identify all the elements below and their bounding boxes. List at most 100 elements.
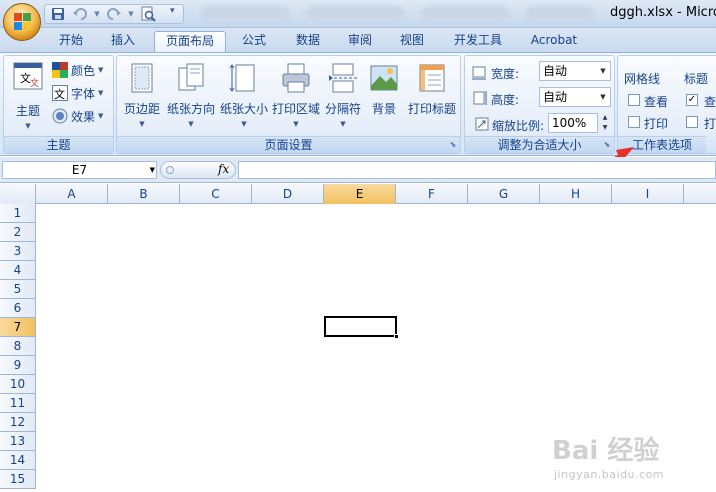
title-bar: ▼ ▼ ▾ dggh.xlsx - Micros (0, 0, 716, 28)
column-header-c[interactable]: C (180, 184, 252, 204)
column-header-g[interactable]: G (468, 184, 540, 204)
row-header-15[interactable]: 15 (0, 470, 36, 489)
redo-icon (107, 8, 121, 20)
page-setup-launcher-icon[interactable]: ⬊ (448, 140, 458, 150)
scale-label: 缩放比例: (492, 119, 545, 133)
headings-view-checkbox[interactable]: ✓ (686, 94, 698, 106)
scale-input[interactable]: 100% (548, 113, 598, 133)
size-button[interactable]: 纸张大小 ▼ (219, 62, 269, 128)
column-header-e[interactable]: E (324, 184, 396, 204)
row-header-11[interactable]: 11 (0, 394, 36, 413)
row-header-1[interactable]: 1 (0, 204, 36, 223)
headings-heading: 标题 (684, 72, 709, 86)
fonts-button[interactable]: 文 字体 ▼ (52, 83, 103, 103)
watermark-sub-text: jingyan.baidu.com (554, 468, 665, 481)
effects-icon (52, 108, 68, 124)
tab-data[interactable]: 数据 (288, 31, 328, 52)
fonts-dropdown-icon: ▼ (98, 89, 104, 97)
sheet-options-group: 网格线 查看 打印 标题 ✓ 查 打 工作表选项 (617, 55, 716, 154)
width-combo[interactable]: 自动 ▼ (539, 61, 611, 81)
row-header-4[interactable]: 4 (0, 261, 36, 280)
height-dropdown-icon[interactable]: ▼ (596, 88, 610, 106)
tab-acrobat[interactable]: Acrobat (522, 31, 586, 52)
undo-dropdown-button[interactable]: ▼ (93, 6, 101, 22)
orientation-button[interactable]: 纸张方向 ▼ (166, 62, 216, 128)
undo-button[interactable] (71, 6, 89, 22)
gridlines-print-label: 打印 (644, 117, 669, 131)
fonts-icon: 文 (52, 85, 68, 101)
row-header-9[interactable]: 9 (0, 356, 36, 375)
height-label: 高度: (491, 93, 520, 107)
fill-handle[interactable] (394, 334, 399, 339)
tab-insert[interactable]: 插入 (102, 31, 144, 52)
name-box[interactable]: E7 ▼ (2, 161, 157, 179)
column-header-h[interactable]: H (540, 184, 612, 204)
row-header-7[interactable]: 7 (0, 318, 36, 337)
margins-button[interactable]: 页边距 ▼ (120, 62, 164, 128)
blurred-window-item (525, 6, 595, 20)
watermark-main-text: Bai 经验 (552, 436, 660, 466)
column-header-b[interactable]: B (108, 184, 180, 204)
blurred-window-item (305, 6, 405, 20)
gridlines-print-checkbox[interactable] (628, 116, 640, 128)
column-header-i[interactable]: I (612, 184, 684, 204)
row-header-12[interactable]: 12 (0, 413, 36, 432)
print-area-button[interactable]: 打印区域 ▼ (271, 62, 321, 128)
gridlines-view-checkbox[interactable] (628, 94, 640, 106)
insert-function-icon[interactable]: fx (218, 162, 229, 176)
colors-button[interactable]: 颜色 ▼ (52, 60, 103, 80)
ribbon: 文文 主题 ▼ 颜色 ▼ 文 字体 ▼ 效果 ▼ 主题 页边距 ▼ 纸张方向 ▼… (0, 52, 716, 170)
row-header-8[interactable]: 8 (0, 337, 36, 356)
save-button[interactable] (49, 6, 67, 22)
formula-input[interactable] (238, 161, 716, 179)
headings-view-label: 查 (704, 95, 716, 109)
row-header-3[interactable]: 3 (0, 242, 36, 261)
colors-icon (52, 62, 68, 78)
row-header-13[interactable]: 13 (0, 432, 36, 451)
column-header-a[interactable]: A (36, 184, 108, 204)
headings-print-checkbox[interactable] (686, 116, 698, 128)
size-label: 纸张大小 (219, 102, 268, 116)
column-headers: ABCDEFGHI (0, 184, 716, 204)
page-setup-group: 页边距 ▼ 纸张方向 ▼ 纸张大小 ▼ 打印区域 ▼ 分隔符 ▼ 背景 打印标题… (116, 55, 461, 154)
baidu-watermark: Bai 经验 jingyan.baidu.com (552, 430, 712, 490)
width-dropdown-icon[interactable]: ▼ (596, 62, 610, 80)
redo-button[interactable] (105, 6, 123, 22)
tab-developer[interactable]: 开发工具 (446, 31, 510, 52)
height-combo[interactable]: 自动 ▼ (539, 87, 611, 107)
row-header-10[interactable]: 10 (0, 375, 36, 394)
customize-qat-icon[interactable]: ▾ (170, 6, 175, 16)
name-box-dropdown-icon[interactable]: ▼ (150, 162, 155, 178)
row-header-14[interactable]: 14 (0, 451, 36, 470)
tab-view[interactable]: 视图 (392, 31, 432, 52)
active-cell[interactable] (324, 316, 399, 339)
row-header-6[interactable]: 6 (0, 299, 36, 318)
row-header-5[interactable]: 5 (0, 280, 36, 299)
tab-page-layout[interactable]: 页面布局 (154, 31, 226, 52)
row-header-2[interactable]: 2 (0, 223, 36, 242)
office-button[interactable] (3, 3, 41, 41)
column-header-f[interactable]: F (396, 184, 468, 204)
breaks-button[interactable]: 分隔符 ▼ (323, 62, 363, 128)
tab-review[interactable]: 审阅 (340, 31, 380, 52)
print-preview-button[interactable] (139, 6, 157, 22)
tab-formulas[interactable]: 公式 (234, 31, 274, 52)
select-all-corner[interactable] (0, 184, 36, 204)
background-button[interactable]: 背景 (367, 62, 401, 117)
themes-button[interactable]: 文文 主题 ▼ (8, 60, 48, 130)
print-titles-button[interactable]: 打印标题 (405, 62, 459, 117)
scale-up-icon[interactable]: ▲ (598, 113, 612, 122)
themes-label: 主题 (15, 104, 40, 118)
column-header-d[interactable]: D (252, 184, 324, 204)
scale-to-fit-group: 宽度: 自动 ▼ 高度: 自动 ▼ 缩放比例: 100% ▲ ▼ 调整为合适大小… (464, 55, 615, 154)
undo-icon (73, 8, 87, 20)
orientation-dropdown-icon: ▼ (188, 120, 194, 128)
redo-dropdown-button[interactable]: ▼ (127, 6, 135, 22)
width-label: 宽度: (491, 67, 520, 81)
scale-down-icon[interactable]: ▼ (598, 123, 612, 132)
breaks-dropdown-icon: ▼ (340, 120, 346, 128)
effects-button[interactable]: 效果 ▼ (52, 106, 103, 126)
margins-dropdown-icon: ▼ (139, 120, 145, 128)
tab-home[interactable]: 开始 (50, 31, 92, 52)
themes-icon: 文文 (13, 62, 43, 90)
